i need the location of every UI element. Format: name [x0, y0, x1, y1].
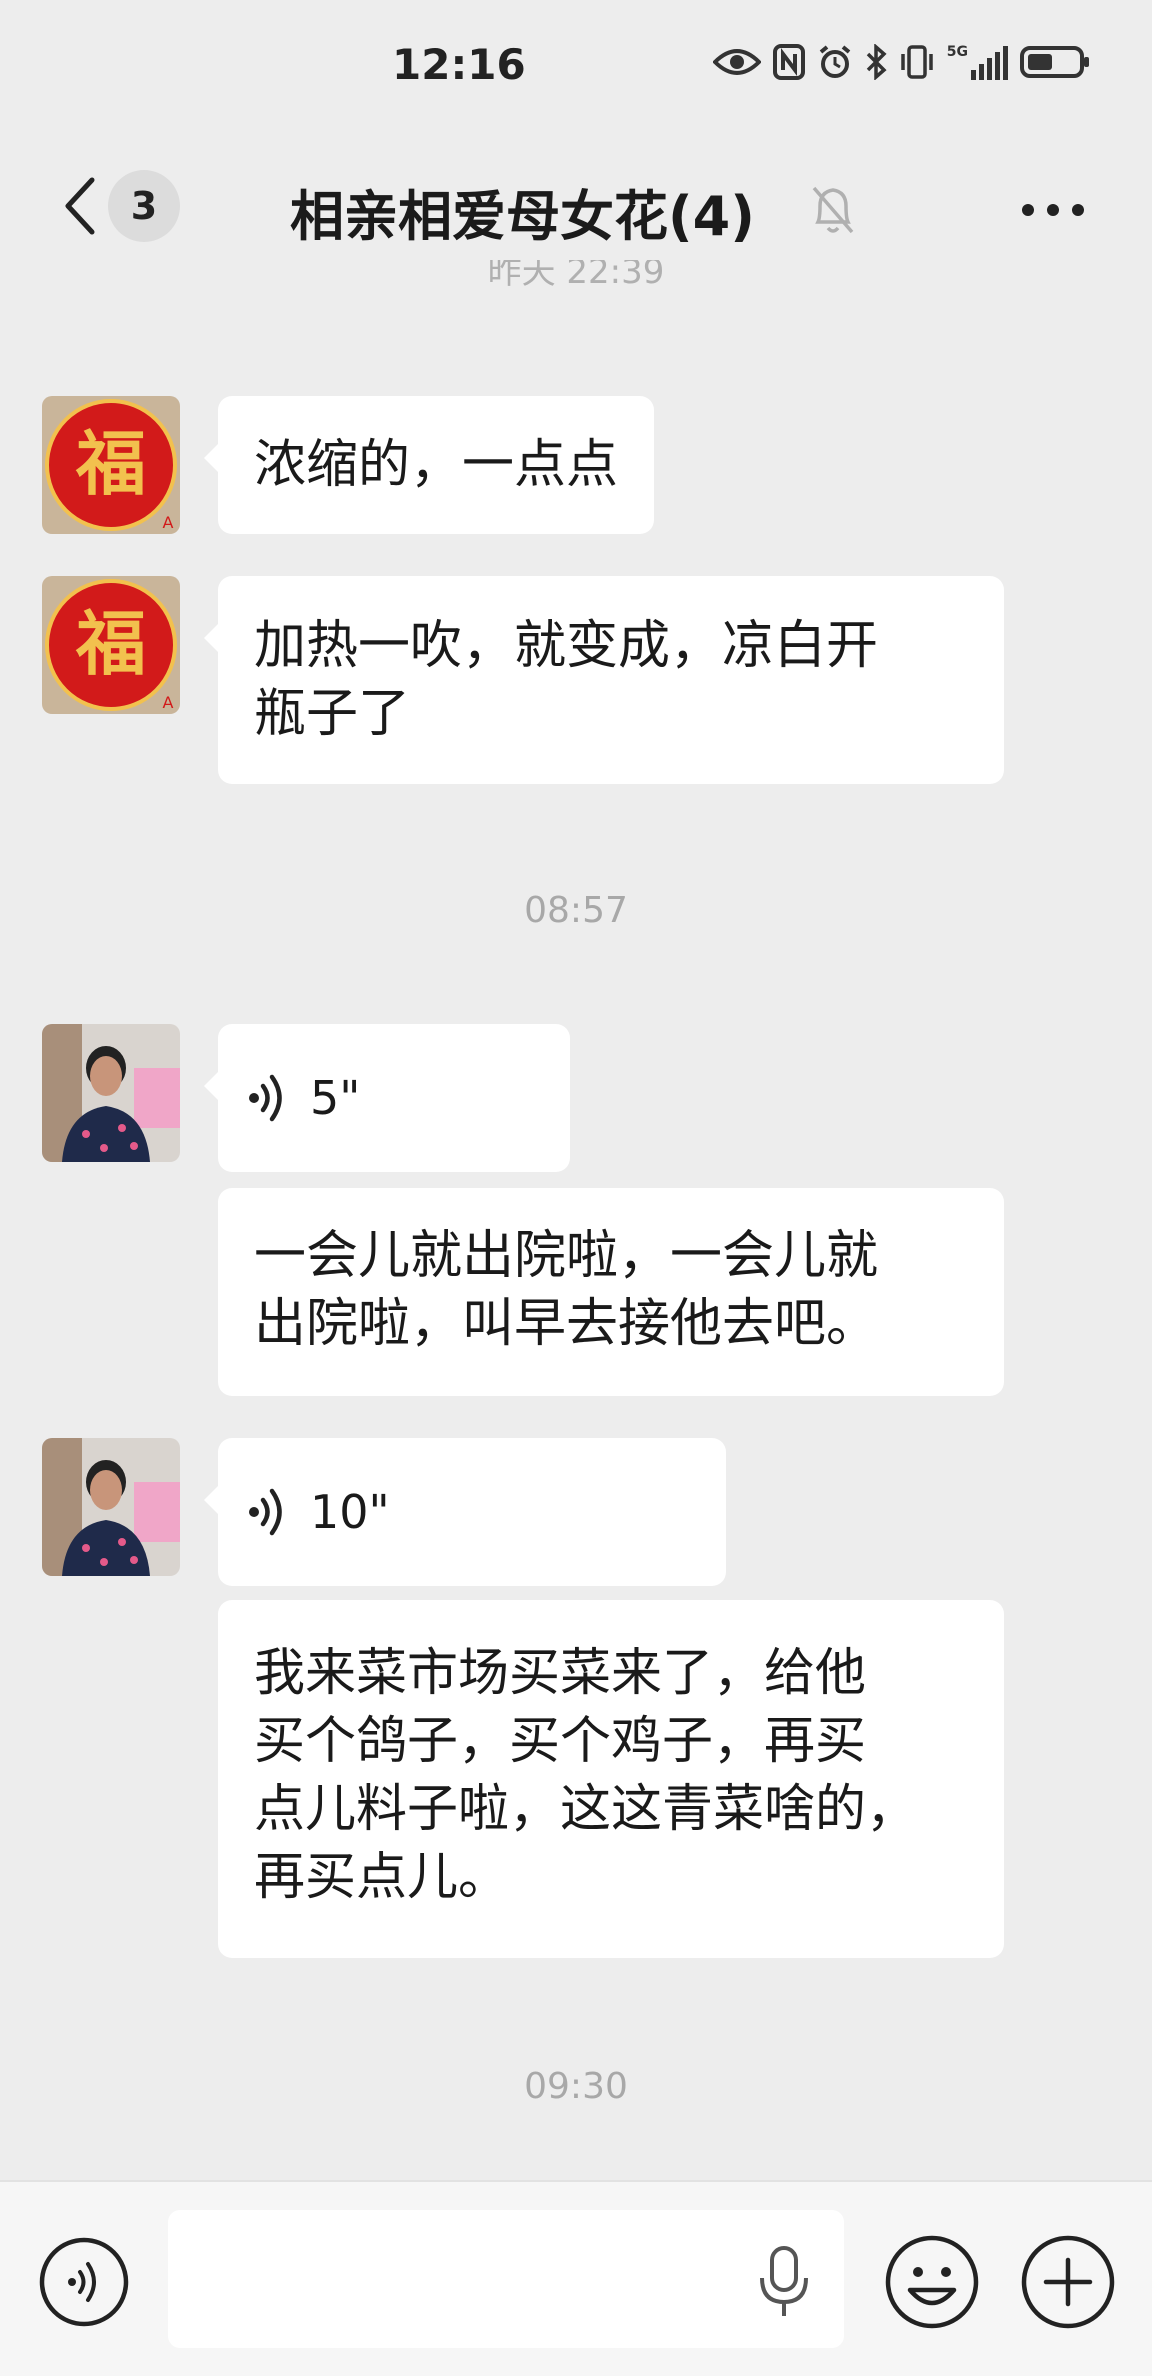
svg-text:A: A	[163, 513, 174, 532]
more-icon	[1022, 204, 1084, 216]
message-bubble[interactable]: 加热一吹，就变成，凉白开 瓶子了	[204, 576, 1004, 784]
partial-timestamp-text: 昨天 22:39	[487, 260, 665, 292]
woman-avatar[interactable]	[42, 1438, 180, 1576]
status-bar: 12:16 5G	[0, 0, 1152, 130]
back-button[interactable]	[50, 170, 110, 242]
voice-message-bubble[interactable]: 10"	[204, 1438, 726, 1586]
transcript-line: 一会儿就出院啦，一会儿就	[254, 1226, 879, 1286]
woman-avatar-image	[42, 1024, 180, 1162]
eye-icon	[712, 49, 761, 75]
transcript-line: 再买点儿。	[254, 1848, 510, 1907]
input-bar	[0, 2180, 1152, 2376]
chat-header: 3 相亲相爱母女花(4)	[0, 130, 1152, 280]
nfc-icon	[772, 44, 805, 80]
svg-text:A: A	[163, 693, 174, 712]
voice-message[interactable]: 5"	[218, 1024, 570, 1172]
transcript-line: 我来菜市场买菜来了，给他	[254, 1644, 867, 1703]
fu-avatar-image: 福 A	[42, 396, 180, 534]
bluetooth-icon	[866, 44, 887, 80]
svg-text:福: 福	[75, 602, 146, 685]
alarm-icon	[819, 45, 851, 78]
microphone-icon[interactable]	[754, 2244, 814, 2320]
battery-icon	[1020, 46, 1089, 78]
status-icons: 5G	[712, 44, 1092, 80]
network-type: 5G	[946, 44, 968, 60]
woman-avatar-image	[42, 1438, 180, 1576]
fu-avatar-image: 福 A	[42, 576, 180, 714]
svg-text:福: 福	[75, 422, 146, 505]
more-button[interactable]	[1018, 180, 1088, 240]
timestamp: 09:30	[524, 2066, 628, 2107]
unread-count-badge[interactable]: 3	[108, 170, 180, 242]
signal-icon: 5G	[947, 44, 1008, 80]
voice-transcript[interactable]: 一会儿就出院啦，一会儿就 出院啦，叫早去接他去吧。	[218, 1188, 1004, 1396]
chat-title: 相亲相爱母女花(4)	[290, 185, 755, 248]
voice-mode-icon[interactable]	[38, 2236, 130, 2328]
voice-transcript[interactable]: 我来菜市场买菜来了，给他 买个鸽子，买个鸡子，再买 点儿料子啦，这这青菜啥的， …	[218, 1600, 1004, 1958]
partial-timestamp: 昨天 22:39	[0, 260, 1152, 300]
message-text: 浓缩的，一点点	[254, 435, 619, 495]
voice-duration: 10"	[310, 1485, 390, 1539]
message-bubble[interactable]: 浓缩的，一点点	[203, 396, 655, 534]
plus-icon[interactable]	[1020, 2234, 1116, 2330]
message-input[interactable]	[168, 2210, 844, 2348]
transcript-line: 出院啦，叫早去接他去吧。	[254, 1294, 879, 1354]
fu-avatar[interactable]: 福 A	[42, 396, 180, 534]
voice-message-bubble[interactable]: 5"	[204, 1024, 570, 1172]
woman-avatar[interactable]	[42, 1024, 180, 1162]
fu-avatar[interactable]: 福 A	[42, 576, 180, 714]
transcript-line: 买个鸽子，买个鸡子，再买	[254, 1712, 867, 1771]
transcript-line: 点儿料子啦，这这青菜啥的，	[254, 1780, 918, 1839]
vibrate-icon	[901, 45, 933, 79]
voice-duration: 5"	[310, 1071, 361, 1125]
back-icon	[65, 177, 95, 235]
message-text-line: 加热一吹，就变成，凉白开	[254, 616, 879, 676]
message-text-line: 瓶子了	[254, 684, 411, 744]
status-time: 12:16	[392, 40, 526, 89]
voice-wave-icon	[249, 1488, 282, 1536]
voice-message[interactable]: 10"	[218, 1438, 726, 1586]
voice-wave-icon	[249, 1074, 282, 1122]
emoji-icon[interactable]	[884, 2234, 980, 2330]
chat-screen: 12:16 5G 3 相亲相爱母女花(4) 昨天 22:39 福 A 浓缩的，一…	[0, 0, 1152, 2376]
mute-bell-icon	[812, 186, 854, 234]
timestamp: 08:57	[524, 890, 628, 931]
